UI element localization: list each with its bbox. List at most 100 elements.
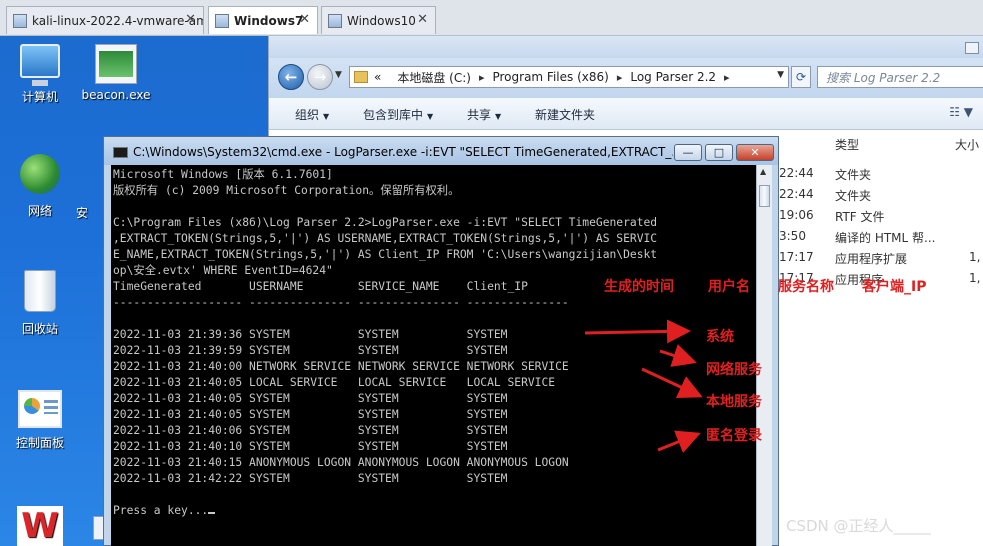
close-icon[interactable]: ✕ [185, 12, 196, 27]
desktop-icon-label: 计算机 [21, 90, 58, 104]
chevron-down-icon[interactable]: ▼ [777, 70, 784, 80]
folder-icon [354, 71, 368, 83]
exe-icon [95, 44, 137, 84]
vm-icon [328, 13, 342, 28]
chevron-right-icon[interactable]: ▸ [724, 71, 730, 84]
search-input[interactable]: 搜索 Log Parser 2.2 [817, 66, 983, 88]
press-key-text: Press a key... [113, 504, 209, 517]
watermark: CSDN @正经人_____ [786, 517, 932, 535]
console-line: 2022-11-03 21:40:00 NETWORK SERVICE NETW… [113, 360, 569, 373]
explorer-command-bar: 组织 ▼ 包含到库中 ▼ 共享 ▼ 新建文件夹 ☷ ▼ [269, 98, 983, 130]
close-icon[interactable]: ✕ [417, 12, 428, 27]
refresh-button[interactable]: ⟳ [791, 66, 811, 88]
console-line: 版权所有 (c) 2009 Microsoft Corporation。保留所有… [113, 184, 460, 197]
minimize-button[interactable] [965, 42, 979, 54]
row-time: 19:06 [779, 208, 814, 222]
console-line: ------------------- --------------- ----… [113, 296, 569, 309]
chevron-right-icon[interactable]: ▸ [617, 71, 623, 84]
row-time: 17:17 [779, 250, 814, 264]
tab-windows10[interactable]: Windows10 ✕ [321, 6, 436, 34]
annotation-local-service: 本地服务 [706, 394, 762, 410]
network-icon [20, 154, 60, 194]
breadcrumb-drive[interactable]: 本地磁盘 (C:) [397, 69, 471, 86]
tab-bar: kali-linux-2022.4-vmware-am... ✕ Windows… [0, 0, 983, 36]
tab-label: Windows7 [234, 13, 304, 28]
row-type: 编译的 HTML 帮... [835, 231, 936, 245]
row-type: 应用程序扩展 [835, 252, 908, 266]
include-library-menu[interactable]: 包含到库中 ▼ [363, 106, 433, 123]
explorer-titlebar [269, 36, 983, 58]
desktop-icon-partial[interactable]: 安 [62, 204, 102, 221]
console-line: 2022-11-03 21:39:59 SYSTEM SYSTEM SYSTEM [113, 344, 508, 357]
row-size: 1, [969, 271, 981, 285]
column-header-type[interactable]: 类型 [835, 136, 859, 153]
row-type: 文件夹 [835, 168, 872, 182]
explorer-nav-bar: ← → ▼ « 本地磁盘 (C:) ▸ Program Files (x86) … [269, 58, 983, 98]
new-folder-label: 新建文件夹 [535, 108, 596, 122]
console-icon [113, 147, 128, 158]
cmd-titlebar[interactable]: C:\Windows\System32\cmd.exe - LogParser.… [104, 137, 778, 165]
cmd-window: C:\Windows\System32\cmd.exe - LogParser.… [103, 136, 779, 546]
forward-button[interactable]: → [307, 64, 333, 90]
console-line: 2022-11-03 21:40:05 SYSTEM SYSTEM SYSTEM [113, 392, 508, 405]
search-placeholder: 搜索 Log Parser 2.2 [826, 70, 941, 85]
organize-label: 组织 [295, 108, 320, 122]
wps-icon: W [17, 506, 63, 546]
annotation-client-ip: 客户端_IP [862, 279, 927, 295]
address-bar[interactable]: « 本地磁盘 (C:) ▸ Program Files (x86) ▸ Log … [349, 66, 789, 88]
annotation-anonymous-logon: 匿名登录 [706, 428, 762, 444]
console-line: Microsoft Windows [版本 6.1.7601] [113, 168, 333, 181]
scroll-up-icon[interactable]: ▲ [760, 167, 766, 176]
chevron-right-icon[interactable]: ▸ [479, 71, 485, 84]
tab-windows7[interactable]: Windows7 ✕ [208, 6, 318, 34]
new-folder-button[interactable]: 新建文件夹 [535, 106, 595, 123]
vertical-scrollbar[interactable]: ▲ [756, 165, 772, 546]
vm-icon [13, 13, 27, 28]
share-label: 共享 [467, 108, 492, 122]
tab-label: kali-linux-2022.4-vmware-am... [32, 13, 203, 28]
console-line: 2022-11-03 21:40:06 SYSTEM SYSTEM SYSTEM [113, 424, 508, 437]
row-time: 22:44 [779, 166, 814, 180]
console-line: 2022-11-03 21:40:10 SYSTEM SYSTEM SYSTEM [113, 440, 508, 453]
maximize-button[interactable]: □ [705, 144, 733, 161]
breadcrumb-program-files[interactable]: Program Files (x86) [492, 70, 608, 84]
text-cursor [208, 512, 216, 514]
view-options-icon[interactable]: ☷ ▼ [949, 105, 973, 119]
row-type: 文件夹 [835, 189, 872, 203]
tab-label: Windows10 [347, 13, 416, 28]
annotation-service-name: 服务名称 [778, 279, 834, 295]
annotation-system: 系统 [706, 329, 734, 345]
console-line: 2022-11-03 21:40:15 ANONYMOUS LOGON ANON… [113, 456, 569, 469]
breadcrumb-log-parser[interactable]: Log Parser 2.2 [630, 70, 716, 84]
chevron-down-icon: ▼ [427, 112, 434, 121]
control-panel-icon [18, 390, 62, 428]
scrollbar-thumb[interactable] [759, 185, 770, 207]
desktop-icon-wps[interactable]: W [12, 506, 68, 546]
organize-menu[interactable]: 组织 ▼ [295, 106, 329, 123]
row-time: 3:50 [779, 229, 806, 243]
chevron-down-icon[interactable]: ▼ [335, 70, 342, 80]
annotation-username: 用户名 [708, 279, 750, 295]
desktop-icon-label: beacon.exe [81, 88, 151, 102]
chevron-down-icon: ▼ [495, 112, 502, 121]
column-header-size[interactable]: 大小 [955, 136, 979, 153]
address-overflow[interactable]: « [374, 70, 381, 84]
row-time: 22:44 [779, 187, 814, 201]
desktop-icon-control-panel[interactable]: 控制面板 [4, 390, 76, 451]
vm-icon [215, 13, 229, 28]
desktop-icon-beacon[interactable]: beacon.exe [80, 44, 152, 102]
tab-kali[interactable]: kali-linux-2022.4-vmware-am... ✕ [6, 6, 204, 34]
console-line: 2022-11-03 21:40:05 LOCAL SERVICE LOCAL … [113, 376, 556, 389]
desktop-icon-recycle-bin[interactable]: 回收站 [4, 270, 76, 337]
console-output[interactable]: Microsoft Windows [版本 6.1.7601] 版权所有 (c)… [111, 165, 756, 546]
close-icon[interactable]: ✕ [299, 12, 310, 27]
minimize-button[interactable]: — [674, 144, 702, 161]
include-library-label: 包含到库中 [363, 108, 424, 122]
back-button[interactable]: ← [278, 64, 304, 90]
row-size: 1, [969, 250, 981, 264]
share-menu[interactable]: 共享 ▼ [467, 106, 501, 123]
close-button[interactable]: ✕ [736, 144, 774, 161]
annotation-network-service: 网络服务 [706, 362, 762, 378]
desktop-icon-computer[interactable]: 计算机 [4, 44, 76, 105]
